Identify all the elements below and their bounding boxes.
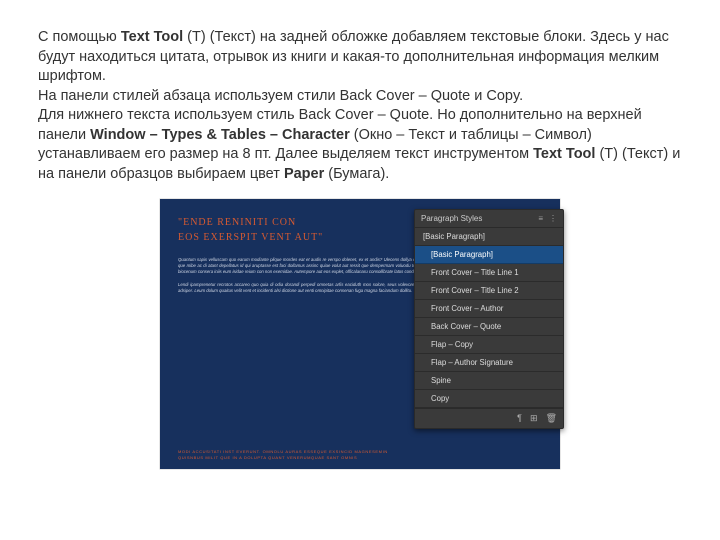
paragraph-1: С помощью Text Tool (T) (Текст) на задне…: [38, 28, 682, 87]
style-row[interactable]: Flap – Copy: [415, 336, 563, 354]
paragraph-2: На панели стилей абзаца используем стили…: [38, 87, 682, 107]
new-style-icon[interactable]: ⊞: [530, 413, 538, 424]
paragraph-3: Для нижнего текста используем стиль Back…: [38, 106, 682, 184]
style-row[interactable]: Front Cover – Title Line 2: [415, 282, 563, 300]
panel-title: Paragraph Styles: [421, 214, 482, 223]
clear-override-icon[interactable]: ¶: [517, 413, 522, 424]
style-row[interactable]: Copy: [415, 390, 563, 408]
style-row[interactable]: Back Cover – Quote: [415, 318, 563, 336]
trash-icon[interactable]: 🗑: [546, 413, 557, 424]
panel-more-icon[interactable]: ⋮: [549, 214, 557, 223]
panel-footer: ¶ ⊞ 🗑: [415, 408, 563, 428]
style-row[interactable]: [Basic Paragraph]: [415, 228, 563, 246]
style-row[interactable]: [Basic Paragraph]: [415, 246, 563, 264]
style-row[interactable]: Front Cover – Author: [415, 300, 563, 318]
style-row[interactable]: Flap – Author Signature: [415, 354, 563, 372]
paragraph-styles-panel[interactable]: Paragraph Styles ≡ ⋮ [Basic Paragraph][B…: [414, 209, 564, 429]
style-row[interactable]: Front Cover – Title Line 1: [415, 264, 563, 282]
style-list: [Basic Paragraph][Basic Paragraph]Front …: [415, 228, 563, 408]
panel-header: Paragraph Styles ≡ ⋮: [415, 210, 563, 228]
cover-bottom-note: MODI ACCUSITATI INST EVERUNT. OMNOLU AUR…: [178, 449, 546, 460]
tutorial-text: С помощью Text Tool (T) (Текст) на задне…: [38, 28, 682, 185]
panel-menu-icon[interactable]: ≡: [538, 214, 543, 223]
screenshot-figure: "ENDE RENINITI CON EOS EXERSPIT VENT AUT…: [160, 199, 560, 469]
style-row[interactable]: Spine: [415, 372, 563, 390]
